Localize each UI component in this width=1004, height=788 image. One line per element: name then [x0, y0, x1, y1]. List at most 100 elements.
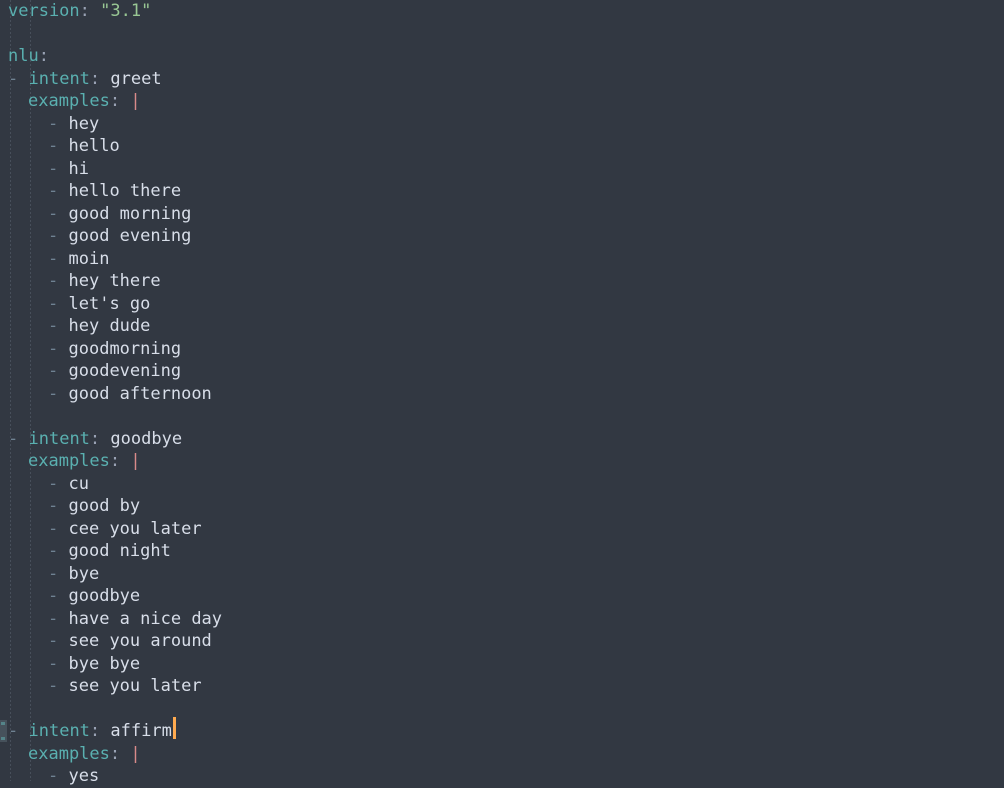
yaml-list-dash: - — [48, 653, 59, 674]
yaml-value: affirm — [110, 721, 172, 741]
code-line[interactable]: - let's go — [0, 293, 222, 316]
code-line[interactable]: - hi — [0, 158, 222, 181]
yaml-list-dash: - — [48, 518, 59, 539]
code-line[interactable]: version: "3.1" — [0, 0, 222, 23]
yaml-list-dash: - — [48, 361, 59, 381]
yaml-list-dash: - — [48, 473, 59, 494]
code-line[interactable]: - hey there — [0, 270, 222, 293]
yaml-list-item-text: hello there — [68, 181, 182, 201]
yaml-colon: : — [89, 721, 101, 741]
code-line[interactable]: - good evening — [0, 225, 222, 248]
code-line[interactable]: - good by — [0, 495, 222, 518]
code-line[interactable]: nlu: — [0, 45, 222, 68]
yaml-list-item-text: good by — [68, 496, 141, 516]
yaml-list-dash: - — [48, 203, 59, 224]
yaml-list-item-text: good night — [68, 541, 171, 561]
yaml-list-dash: - — [8, 721, 19, 741]
code-line[interactable]: - have a nice day — [0, 608, 222, 631]
yaml-list-item-text: hello — [68, 136, 120, 156]
yaml-list-dash: - — [48, 158, 59, 179]
yaml-list-dash: - — [48, 271, 59, 291]
yaml-value: goodbye — [110, 428, 183, 449]
yaml-list-item-text: have a nice day — [68, 608, 223, 629]
code-line[interactable]: - hello — [0, 135, 222, 158]
yaml-list-dash: - — [8, 428, 19, 449]
yaml-colon: : — [109, 91, 121, 111]
code-line[interactable] — [0, 405, 222, 428]
code-line[interactable]: examples: | — [0, 743, 222, 766]
code-line[interactable]: - good morning — [0, 203, 222, 226]
yaml-colon: : — [109, 743, 121, 764]
code-line[interactable]: - yes — [0, 765, 222, 788]
yaml-block-scalar-indicator: | — [130, 91, 141, 111]
code-line[interactable]: - cee you later — [0, 518, 222, 541]
yaml-list-dash: - — [48, 586, 59, 606]
yaml-list-dash: - — [8, 68, 19, 89]
yaml-list-dash: - — [48, 113, 59, 134]
code-line[interactable]: - bye bye — [0, 653, 222, 676]
yaml-list-item-text: bye bye — [68, 653, 141, 674]
yaml-value: "3.1" — [100, 1, 152, 21]
yaml-key: examples — [28, 743, 110, 764]
yaml-list-item-text: moin — [68, 248, 110, 269]
code-line[interactable] — [0, 23, 222, 46]
code-line[interactable]: - goodevening — [0, 360, 222, 383]
code-line[interactable]: - bye — [0, 563, 222, 586]
yaml-list-item-text: see you later — [68, 676, 202, 696]
yaml-list-item-text: goodevening — [68, 361, 182, 381]
yaml-list-item-text: yes — [68, 766, 100, 786]
code-line[interactable]: examples: | — [0, 90, 222, 113]
yaml-key: examples — [28, 91, 110, 111]
code-line[interactable]: - hey dude — [0, 315, 222, 338]
yaml-list-item-text: good afternoon — [68, 383, 212, 404]
code-line[interactable]: - cu — [0, 473, 222, 496]
yaml-list-item-text: good morning — [68, 203, 192, 224]
code-line[interactable] — [0, 698, 222, 721]
yaml-list-item-text: hey — [68, 113, 100, 134]
code-line[interactable]: - good afternoon — [0, 383, 222, 406]
yaml-colon: : — [89, 428, 101, 449]
yaml-list-item-text: good evening — [68, 226, 192, 246]
yaml-list-item-text: hey there — [68, 271, 161, 291]
yaml-key: intent — [28, 68, 90, 89]
code-text-area[interactable]: version: "3.1" nlu: - intent: greet exampl… — [0, 0, 222, 788]
code-line[interactable]: - see you around — [0, 630, 222, 653]
yaml-code-editor[interactable]: version: "3.1" nlu: - intent: greet exampl… — [0, 0, 1004, 786]
code-line[interactable]: - intent: greet — [0, 68, 222, 91]
code-line[interactable]: - moin — [0, 248, 222, 271]
code-line[interactable]: - intent: goodbye — [0, 428, 222, 451]
yaml-colon: : — [79, 1, 90, 21]
yaml-list-item-text: hey dude — [68, 316, 151, 336]
yaml-key: intent — [28, 428, 90, 449]
yaml-list-dash: - — [48, 676, 59, 696]
code-line[interactable]: examples: | — [0, 450, 222, 473]
text-caret — [173, 717, 176, 739]
yaml-list-item-text: hi — [68, 158, 89, 179]
yaml-key: version — [8, 1, 80, 21]
yaml-key: examples — [28, 451, 110, 471]
yaml-list-dash: - — [48, 766, 59, 786]
code-line[interactable]: - hey — [0, 113, 222, 136]
yaml-list-dash: - — [48, 226, 59, 246]
yaml-list-item-text: bye — [68, 563, 100, 584]
yaml-list-dash: - — [48, 608, 59, 629]
code-line[interactable]: - hello there — [0, 180, 222, 203]
code-line[interactable]: - goodmorning — [0, 338, 222, 361]
code-line[interactable]: - see you later — [0, 675, 222, 698]
yaml-list-item-text: goodbye — [68, 586, 141, 606]
yaml-value: greet — [110, 68, 162, 89]
yaml-list-item-text: cu — [68, 473, 89, 494]
yaml-colon: : — [109, 451, 121, 471]
code-line[interactable]: - good night — [0, 540, 222, 563]
yaml-list-dash: - — [48, 316, 59, 336]
yaml-list-dash: - — [48, 563, 59, 584]
code-line[interactable]: - intent: affirm — [0, 720, 222, 743]
yaml-list-dash: - — [48, 338, 59, 359]
yaml-list-dash: - — [48, 293, 59, 314]
yaml-list-item-text: let's go — [68, 293, 151, 314]
yaml-list-item-text: cee you later — [68, 518, 202, 539]
yaml-key: intent — [28, 721, 90, 741]
yaml-list-dash: - — [48, 496, 59, 516]
yaml-list-dash: - — [48, 541, 59, 561]
code-line[interactable]: - goodbye — [0, 585, 222, 608]
